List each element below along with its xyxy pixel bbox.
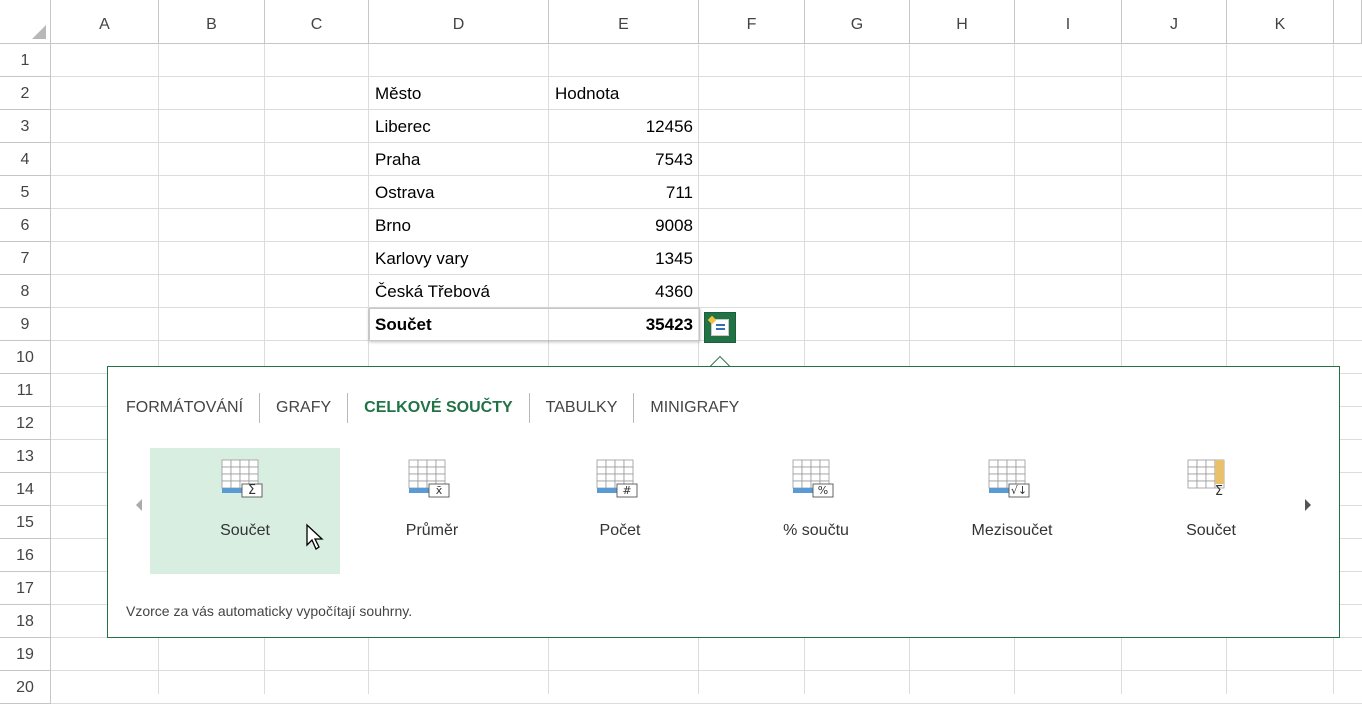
totals-options: Σ Součet x̄ Průměr # Počet%% součtu √↓ Mezisouč… [150, 448, 1290, 574]
grid-row-line [51, 670, 1362, 671]
option-sum-row[interactable]: Σ Součet [150, 448, 340, 574]
option-percent-total[interactable]: % % součtu [721, 448, 911, 574]
row-header-1[interactable]: 1 [0, 44, 51, 77]
running-total-icon: √↓ [987, 458, 1037, 498]
row-header-3[interactable]: 3 [0, 110, 51, 143]
row-header-5[interactable]: 5 [0, 176, 51, 209]
row-header-17[interactable]: 17 [0, 572, 51, 605]
row-header-16[interactable]: 16 [0, 539, 51, 572]
average-row-icon: x̄ [407, 458, 457, 498]
option-label: Počet [599, 522, 641, 539]
icon-symbol: x̄ [436, 484, 443, 497]
row-header-15[interactable]: 15 [0, 506, 51, 539]
column-header-f[interactable]: F [699, 0, 805, 44]
table-cell-city[interactable]: Karlovy vary [369, 242, 549, 275]
option-label: Součet [1186, 522, 1236, 539]
column-header-g[interactable]: G [805, 0, 910, 44]
grid-row-line [51, 109, 1362, 110]
tab-sparklines[interactable]: MINIGRAFY [634, 393, 755, 423]
percent-total-icon: % [791, 458, 841, 498]
quick-analysis-button[interactable] [704, 312, 736, 343]
grid-row-line [51, 241, 1362, 242]
quick-analysis-icon [707, 315, 729, 336]
icon-symbol: % [818, 484, 828, 497]
row-header-18[interactable]: 18 [0, 605, 51, 638]
grid-row-line [51, 208, 1362, 209]
column-header-d[interactable]: D [369, 0, 549, 44]
table-cell-value[interactable]: 711 [549, 176, 699, 209]
table-cell-value[interactable]: 7543 [549, 143, 699, 176]
select-all-corner[interactable] [0, 0, 51, 44]
tab-charts[interactable]: GRAFY [260, 393, 347, 423]
option-sum-column[interactable]: Σ Součet [1116, 448, 1306, 574]
icon-symbol: Σ [248, 483, 256, 498]
row-header-8[interactable]: 8 [0, 275, 51, 308]
scroll-left-icon[interactable] [136, 499, 142, 511]
column-header-partial[interactable] [1334, 0, 1362, 44]
icon-symbol: √↓ [1011, 484, 1027, 497]
grid-row-line [51, 274, 1362, 275]
option-running-total[interactable]: √↓ Mezisoučet [917, 448, 1107, 574]
row-header-11[interactable]: 11 [0, 374, 51, 407]
tab-totals[interactable]: CELKOVÉ SOUČTY [348, 393, 528, 423]
header-cell-city[interactable]: Město [369, 77, 549, 110]
table-cell-city[interactable]: Liberec [369, 110, 549, 143]
column-header-c[interactable]: C [265, 0, 369, 44]
column-header-h[interactable]: H [910, 0, 1015, 44]
row-header-14[interactable]: 14 [0, 473, 51, 506]
icon-symbol: # [622, 484, 631, 497]
row-header-19[interactable]: 19 [0, 638, 51, 671]
table-cell-value[interactable]: 1345 [549, 242, 699, 275]
row-header-4[interactable]: 4 [0, 143, 51, 176]
row-header-6[interactable]: 6 [0, 209, 51, 242]
column-header-b[interactable]: B [159, 0, 265, 44]
header-cell-value[interactable]: Hodnota [549, 77, 699, 110]
column-header-i[interactable]: I [1015, 0, 1122, 44]
column-header-e[interactable]: E [549, 0, 699, 44]
row-header-10[interactable]: 10 [0, 341, 51, 374]
table-cell-city[interactable]: Ostrava [369, 176, 549, 209]
grid-row-line [51, 142, 1362, 143]
option-label: Průměr [405, 522, 459, 539]
option-label: % součtu [783, 522, 849, 539]
column-header-a[interactable]: A [51, 0, 159, 44]
tab-formatting[interactable]: FORMÁTOVÁNÍ [126, 393, 259, 423]
table-cell-value[interactable]: 12456 [549, 110, 699, 143]
quick-analysis-tabs: FORMÁTOVÁNÍ GRAFY CELKOVÉ SOUČTY TABULKY… [126, 393, 755, 423]
quick-analysis-panel: FORMÁTOVÁNÍ GRAFY CELKOVÉ SOUČTY TABULKY… [107, 366, 1340, 638]
option-average-row[interactable]: x̄ Průměr [337, 448, 527, 574]
table-cell-city[interactable]: Praha [369, 143, 549, 176]
column-header-k[interactable]: K [1227, 0, 1334, 44]
mouse-pointer-icon [305, 523, 325, 556]
sum-row-icon: Σ [220, 458, 270, 498]
row-header-2[interactable]: 2 [0, 77, 51, 110]
table-cell-value[interactable]: 4360 [549, 275, 699, 308]
row-header-20[interactable]: 20 [0, 671, 51, 704]
table-cell-city[interactable]: Česká Třebová [369, 275, 549, 308]
grid-row-line [51, 307, 1362, 308]
grid-row-line [51, 76, 1362, 77]
option-label: Mezisoučet [971, 522, 1053, 539]
option-count-row[interactable]: # Počet [525, 448, 715, 574]
tab-tables[interactable]: TABULKY [530, 393, 634, 423]
count-row-icon: # [595, 458, 645, 498]
selected-total-row [369, 308, 700, 341]
panel-description: Vzorce za vás automaticky vypočítají sou… [126, 603, 413, 619]
row-header-13[interactable]: 13 [0, 440, 51, 473]
column-header-j[interactable]: J [1122, 0, 1227, 44]
sum-column-icon: Σ [1186, 458, 1236, 499]
select-all-icon [32, 25, 46, 39]
icon-symbol: Σ [1215, 484, 1223, 498]
table-cell-city[interactable]: Brno [369, 209, 549, 242]
row-header-9[interactable]: 9 [0, 308, 51, 341]
table-cell-value[interactable]: 9008 [549, 209, 699, 242]
grid-row-line [51, 175, 1362, 176]
row-header-7[interactable]: 7 [0, 242, 51, 275]
row-header-12[interactable]: 12 [0, 407, 51, 440]
